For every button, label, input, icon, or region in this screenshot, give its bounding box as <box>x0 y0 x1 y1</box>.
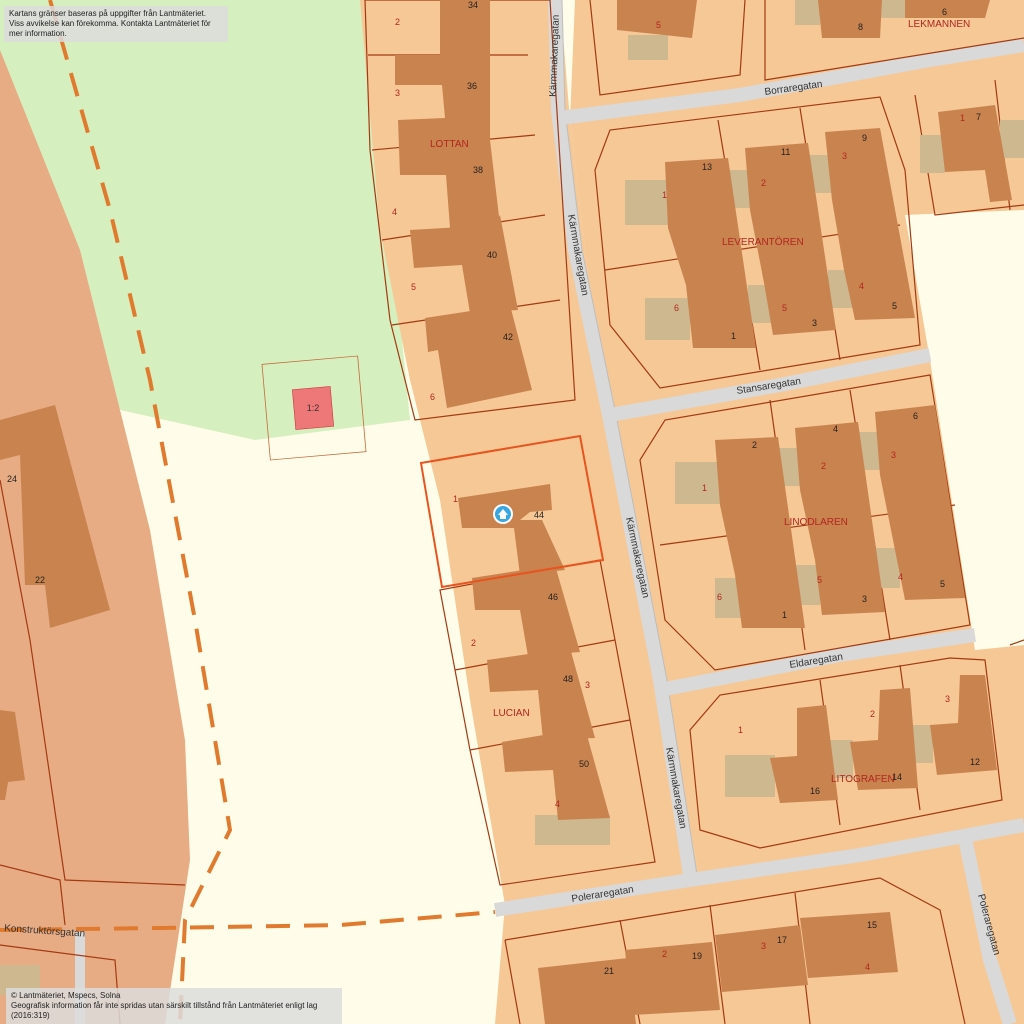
house-number: 21 <box>604 966 614 976</box>
property-map[interactable]: 1:2 Kärmmakaregatan Kärmmakaregatan Kärm… <box>0 0 1024 1024</box>
block-label: LUCIAN <box>493 708 530 719</box>
house-number: 40 <box>487 250 497 260</box>
house-number: 1 <box>731 331 736 341</box>
lot-number: 2 <box>471 638 476 648</box>
house-number: 48 <box>563 674 573 684</box>
house-number: 13 <box>702 162 712 172</box>
lot-number: 4 <box>898 572 903 582</box>
lot-number: 3 <box>761 941 766 951</box>
lot-number: 6 <box>430 392 435 402</box>
lot-number: 3 <box>395 88 400 98</box>
lot-number: 6 <box>717 592 722 602</box>
disclaimer-line: Kartans gränser baseras på uppgifter frå… <box>9 9 206 18</box>
home-pin-icon[interactable] <box>493 504 513 524</box>
house-number: 2 <box>752 440 757 450</box>
lot-number: 6 <box>674 303 679 313</box>
copyright-line: © Lantmäteriet, Mspecs, Solna <box>11 991 121 1000</box>
lot-number: 5 <box>656 20 661 30</box>
block-label: LEKMANNEN <box>908 19 970 30</box>
house-number: 4 <box>833 424 838 434</box>
block-label: LITOGRAFEN <box>831 774 895 785</box>
house-number: 3 <box>862 594 867 604</box>
house-number: 9 <box>862 133 867 143</box>
lot-number: 3 <box>842 151 847 161</box>
house-number: 46 <box>548 592 558 602</box>
block-label: LEVERANTÖREN <box>722 236 804 248</box>
house-number: 17 <box>777 935 787 945</box>
house-number: 8 <box>858 22 863 32</box>
map-disclaimer: Kartans gränser baseras på uppgifter frå… <box>4 6 228 42</box>
house-number: 38 <box>473 165 483 175</box>
lot-number: 2 <box>662 949 667 959</box>
lot-number: 4 <box>392 207 397 217</box>
lot-number: 4 <box>555 799 560 809</box>
house-number: 19 <box>692 951 702 961</box>
house-number: 24 <box>7 474 17 484</box>
block-label: LOTTAN <box>430 139 469 150</box>
lot-number: 4 <box>859 281 864 291</box>
house-number: 15 <box>867 920 877 930</box>
lot-number: 1 <box>702 483 707 493</box>
lot-number: 2 <box>395 17 400 27</box>
copyright-notice: © Lantmäteriet, Mspecs, Solna Geografisk… <box>6 988 342 1024</box>
house-number: 3 <box>812 318 817 328</box>
house-number: 36 <box>467 81 477 91</box>
lot-number: 1 <box>662 190 667 200</box>
house-number: 50 <box>579 759 589 769</box>
lot-number: 4 <box>865 962 870 972</box>
lot-number: 5 <box>411 282 416 292</box>
lot-number: 5 <box>817 575 822 585</box>
house-number: 6 <box>942 7 947 17</box>
house-number: 5 <box>892 301 897 311</box>
house-number: 7 <box>976 112 981 122</box>
lot-number: 5 <box>782 303 787 313</box>
lot-number: 1 <box>738 725 743 735</box>
house-number: 14 <box>892 772 902 782</box>
house-number: 44 <box>534 510 544 520</box>
house-number: 1 <box>782 610 787 620</box>
lot-number: 1 <box>960 113 965 123</box>
lot-number: 3 <box>891 450 896 460</box>
house-number: 16 <box>810 786 820 796</box>
house-number: 6 <box>913 411 918 421</box>
disclaimer-line: Viss avvikelse kan förekomma. Kontakta L… <box>9 19 211 38</box>
house-number: 22 <box>35 575 45 585</box>
lot-number: 3 <box>945 694 950 704</box>
house-number: 5 <box>940 579 945 589</box>
copyright-line: Geografisk information får inte spridas … <box>11 1001 318 1020</box>
lot-number: 2 <box>870 709 875 719</box>
lot-number: 2 <box>821 461 826 471</box>
lot-number: 2 <box>761 178 766 188</box>
lot-number: 1 <box>453 494 458 504</box>
lot-number: 3 <box>585 680 590 690</box>
scale-marker-label: 1:2 <box>307 403 320 413</box>
house-number: 34 <box>468 0 478 10</box>
house-number: 42 <box>503 332 513 342</box>
house-number: 12 <box>970 757 980 767</box>
house-number: 11 <box>781 147 790 157</box>
block-label: LINODLAREN <box>784 517 848 528</box>
